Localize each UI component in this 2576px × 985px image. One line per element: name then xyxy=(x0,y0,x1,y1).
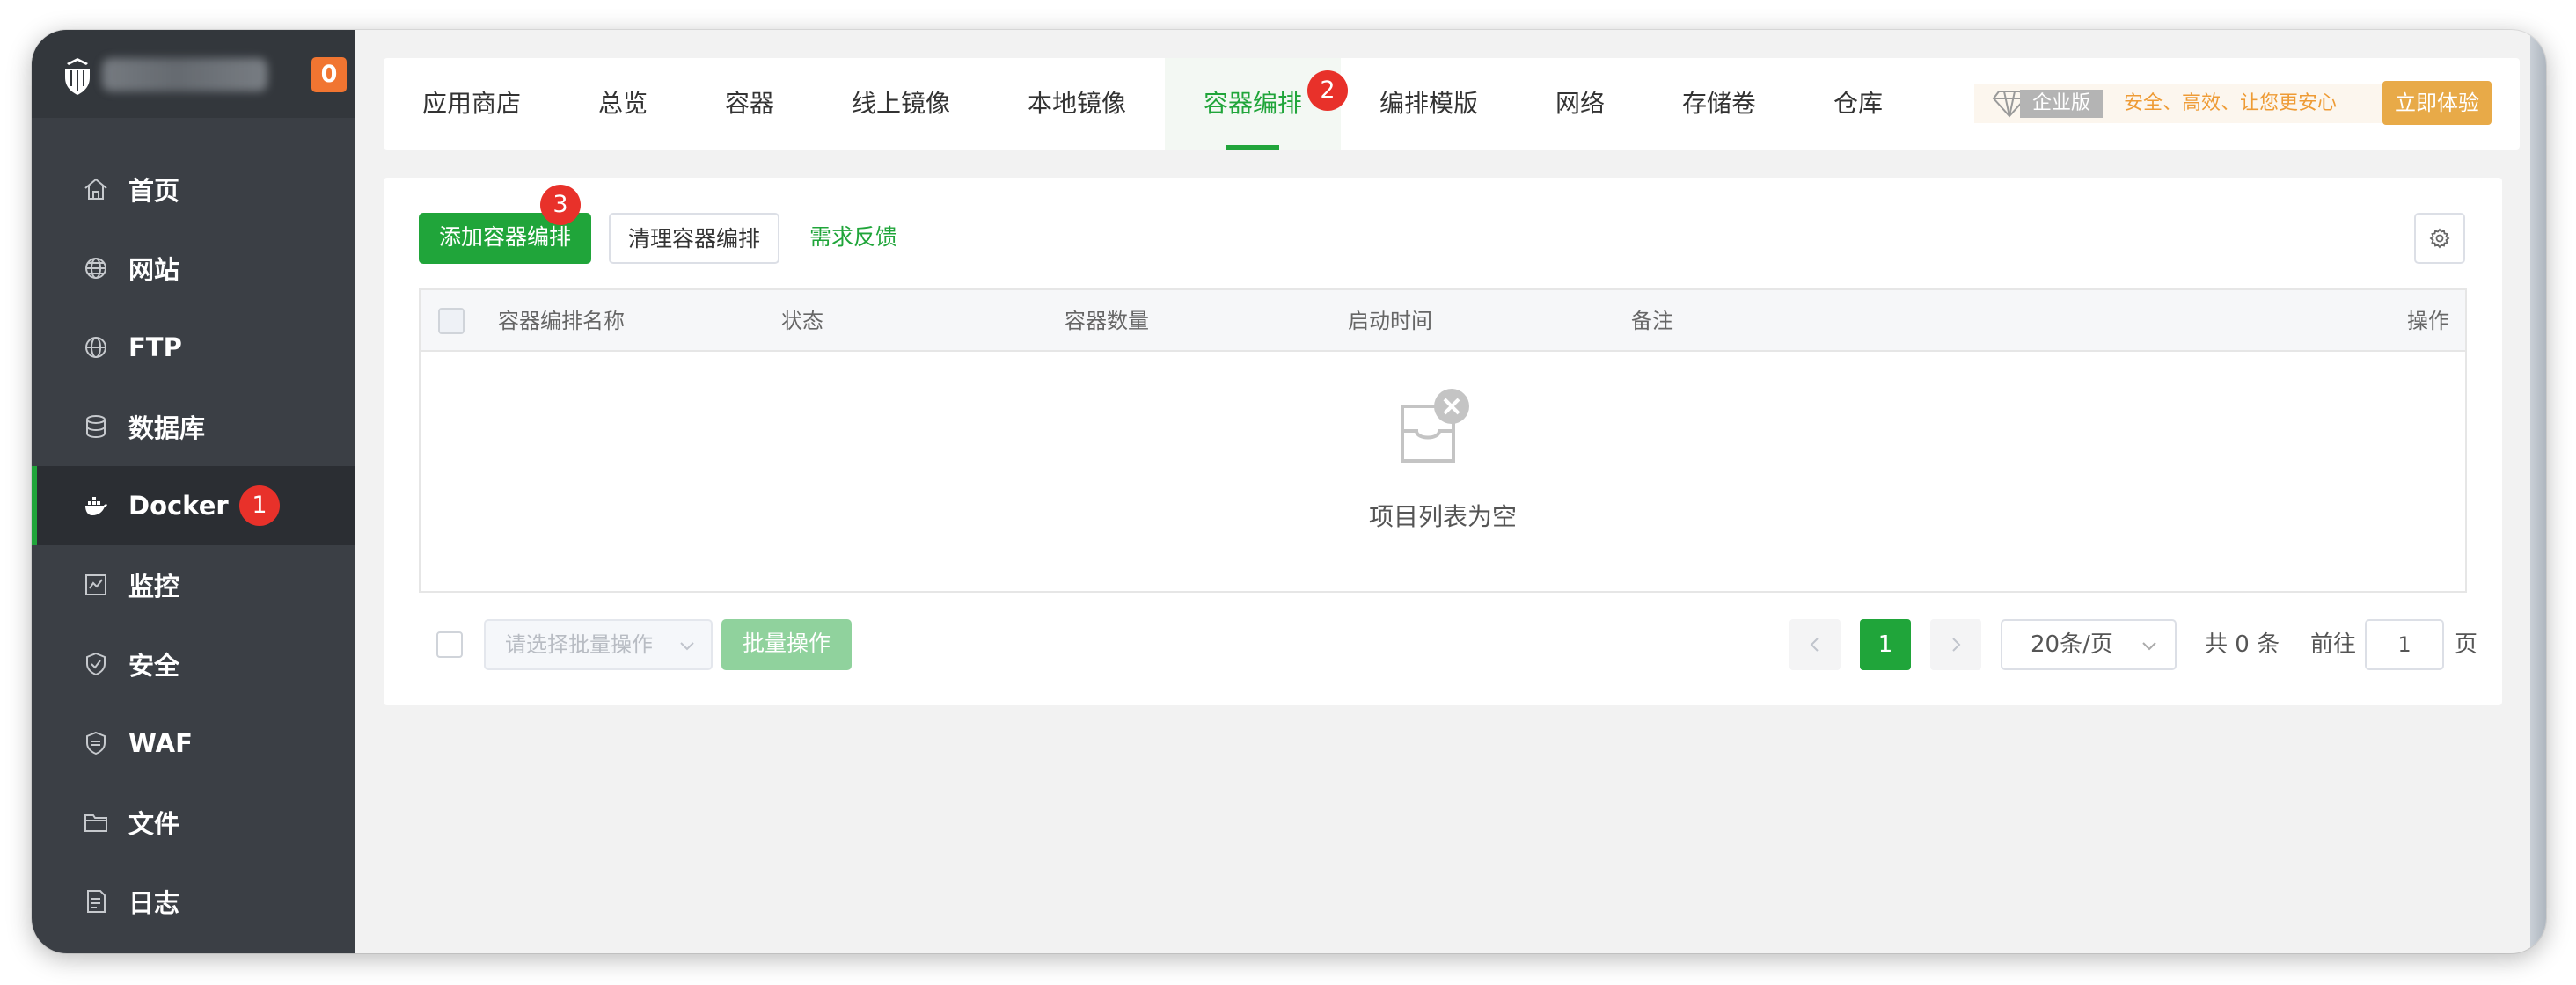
tab-overview[interactable]: 总览 xyxy=(598,58,648,150)
tab-app-store[interactable]: 应用商店 xyxy=(422,58,521,150)
sidebar-item-label: Docker xyxy=(128,491,229,521)
chevron-left-icon xyxy=(1810,638,1819,652)
sidebar-item-label: 数据库 xyxy=(128,413,206,443)
column-header-actions: 操作 xyxy=(2407,309,2449,333)
tab-containers[interactable]: 容器 xyxy=(725,58,774,150)
tab-registry[interactable]: 仓库 xyxy=(1833,58,1883,150)
tab-network[interactable]: 网络 xyxy=(1555,58,1605,150)
column-header-status: 状态 xyxy=(781,309,823,333)
goto-page-input[interactable]: 1 xyxy=(2365,619,2444,670)
chevron-right-icon xyxy=(1952,638,1961,652)
active-tab-indicator xyxy=(1226,145,1279,150)
try-now-button[interactable]: 立即体验 xyxy=(2382,81,2492,125)
sidebar-item-logs[interactable]: 日志 xyxy=(32,862,355,941)
sidebar-item-label: 监控 xyxy=(128,572,180,602)
page-size-select[interactable]: 20条/页 xyxy=(2001,619,2177,670)
page-unit-label: 页 xyxy=(2455,631,2478,658)
tab-compose-templates[interactable]: 编排模版 xyxy=(1379,58,1478,150)
sidebar-item-files[interactable]: 文件 xyxy=(32,783,355,862)
gear-icon xyxy=(2429,228,2450,249)
next-page-button[interactable] xyxy=(1930,619,1981,670)
app-window: 0 首页 网站 FTP 数据库 Docker 1 监控 安全 WAF 文件 日志… xyxy=(32,30,2546,953)
compose-table: 容器编排名称 状态 容器数量 启动时间 备注 操作 项目列表为空 xyxy=(419,288,2467,593)
globe-icon xyxy=(85,258,106,279)
log-icon xyxy=(87,890,106,913)
chevron-down-icon xyxy=(2142,642,2156,651)
column-header-container-count: 容器数量 xyxy=(1065,309,1149,333)
column-header-remark: 备注 xyxy=(1631,309,1673,333)
chevron-down-icon xyxy=(680,642,694,651)
empty-box-icon xyxy=(1401,389,1469,463)
batch-action-button[interactable]: 批量操作 xyxy=(721,619,852,670)
database-icon xyxy=(86,415,106,439)
window-right-edge xyxy=(2530,30,2546,953)
column-header-name: 容器编排名称 xyxy=(498,309,625,333)
sidebar: 0 首页 网站 FTP 数据库 Docker 1 监控 安全 WAF 文件 日志 xyxy=(32,30,355,953)
server-name-blurred xyxy=(102,58,267,91)
monitor-icon xyxy=(85,574,106,595)
enterprise-edition-label: 企业版 xyxy=(2020,90,2103,118)
folder-icon xyxy=(84,814,107,832)
step-badge-1: 1 xyxy=(239,485,280,526)
enterprise-promo: 企业版 安全、高效、让您更安心 立即体验 xyxy=(1974,81,2502,125)
bt-logo-icon xyxy=(65,58,90,95)
page-number-current[interactable]: 1 xyxy=(1860,619,1911,670)
sidebar-item-ftp[interactable]: FTP xyxy=(32,308,355,387)
sidebar-item-label: 安全 xyxy=(128,651,180,681)
server-count-badge[interactable]: 0 xyxy=(311,57,347,92)
sidebar-item-home[interactable]: 首页 xyxy=(32,150,355,229)
empty-state-text: 项目列表为空 xyxy=(1368,502,1517,531)
tab-online-images[interactable]: 线上镜像 xyxy=(852,58,950,150)
tab-compose-label: 容器编排 xyxy=(1203,89,1302,118)
tab-local-images[interactable]: 本地镜像 xyxy=(1028,58,1126,150)
footer-select-checkbox[interactable] xyxy=(436,631,463,658)
batch-action-select[interactable]: 请选择批量操作 xyxy=(484,619,713,670)
sidebar-item-waf[interactable]: WAF xyxy=(32,704,355,783)
sidebar-item-label: WAF xyxy=(128,728,193,758)
goto-label: 前往 xyxy=(2310,631,2357,658)
total-count: 共 0 条 xyxy=(2205,631,2280,658)
compose-panel: 添加容器编排 3 清理容器编排 需求反馈 容器编排名称 状态 容器数量 启动时间… xyxy=(384,178,2502,705)
batch-action-placeholder: 请选择批量操作 xyxy=(505,632,653,657)
feedback-link[interactable]: 需求反馈 xyxy=(809,213,915,264)
column-header-start-time: 启动时间 xyxy=(1348,309,1432,333)
sidebar-item-docker[interactable]: Docker 1 xyxy=(32,466,355,545)
step-badge-2: 2 xyxy=(1307,70,1348,111)
sidebar-header: 0 xyxy=(32,30,355,118)
sidebar-item-label: 网站 xyxy=(128,255,180,285)
sidebar-item-database[interactable]: 数据库 xyxy=(32,387,355,466)
column-settings-button[interactable] xyxy=(2414,213,2465,264)
sidebar-item-monitor[interactable]: 监控 xyxy=(32,545,355,624)
select-all-checkbox[interactable] xyxy=(438,308,465,334)
sidebar-item-label: FTP xyxy=(128,332,182,362)
sidebar-item-website[interactable]: 网站 xyxy=(32,229,355,308)
sidebar-item-terminal[interactable]: 终端 xyxy=(32,941,355,953)
waf-shield-icon xyxy=(86,731,106,755)
clean-compose-button[interactable]: 清理容器编排 xyxy=(609,213,779,264)
shield-icon xyxy=(86,652,106,676)
page-size-value: 20条/页 xyxy=(2031,631,2113,658)
sidebar-item-label: 文件 xyxy=(128,809,180,839)
sidebar-item-security[interactable]: 安全 xyxy=(32,624,355,704)
table-header: 容器编排名称 状态 容器数量 启动时间 备注 操作 xyxy=(421,290,2465,352)
sidebar-item-label: 首页 xyxy=(128,176,180,206)
docker-icon xyxy=(85,497,107,515)
prev-page-button[interactable] xyxy=(1789,619,1841,670)
tab-volumes[interactable]: 存储卷 xyxy=(1682,58,1756,150)
sidebar-item-label: 日志 xyxy=(128,888,180,918)
home-icon xyxy=(84,178,107,200)
step-badge-3: 3 xyxy=(540,185,581,225)
ftp-globe-icon xyxy=(85,337,106,358)
docker-tabs: 应用商店 总览 容器 线上镜像 本地镜像 容器编排 2 编排模版 网络 存储卷 … xyxy=(384,58,2520,150)
promo-slogan: 安全、高效、让您更安心 xyxy=(2124,92,2338,114)
